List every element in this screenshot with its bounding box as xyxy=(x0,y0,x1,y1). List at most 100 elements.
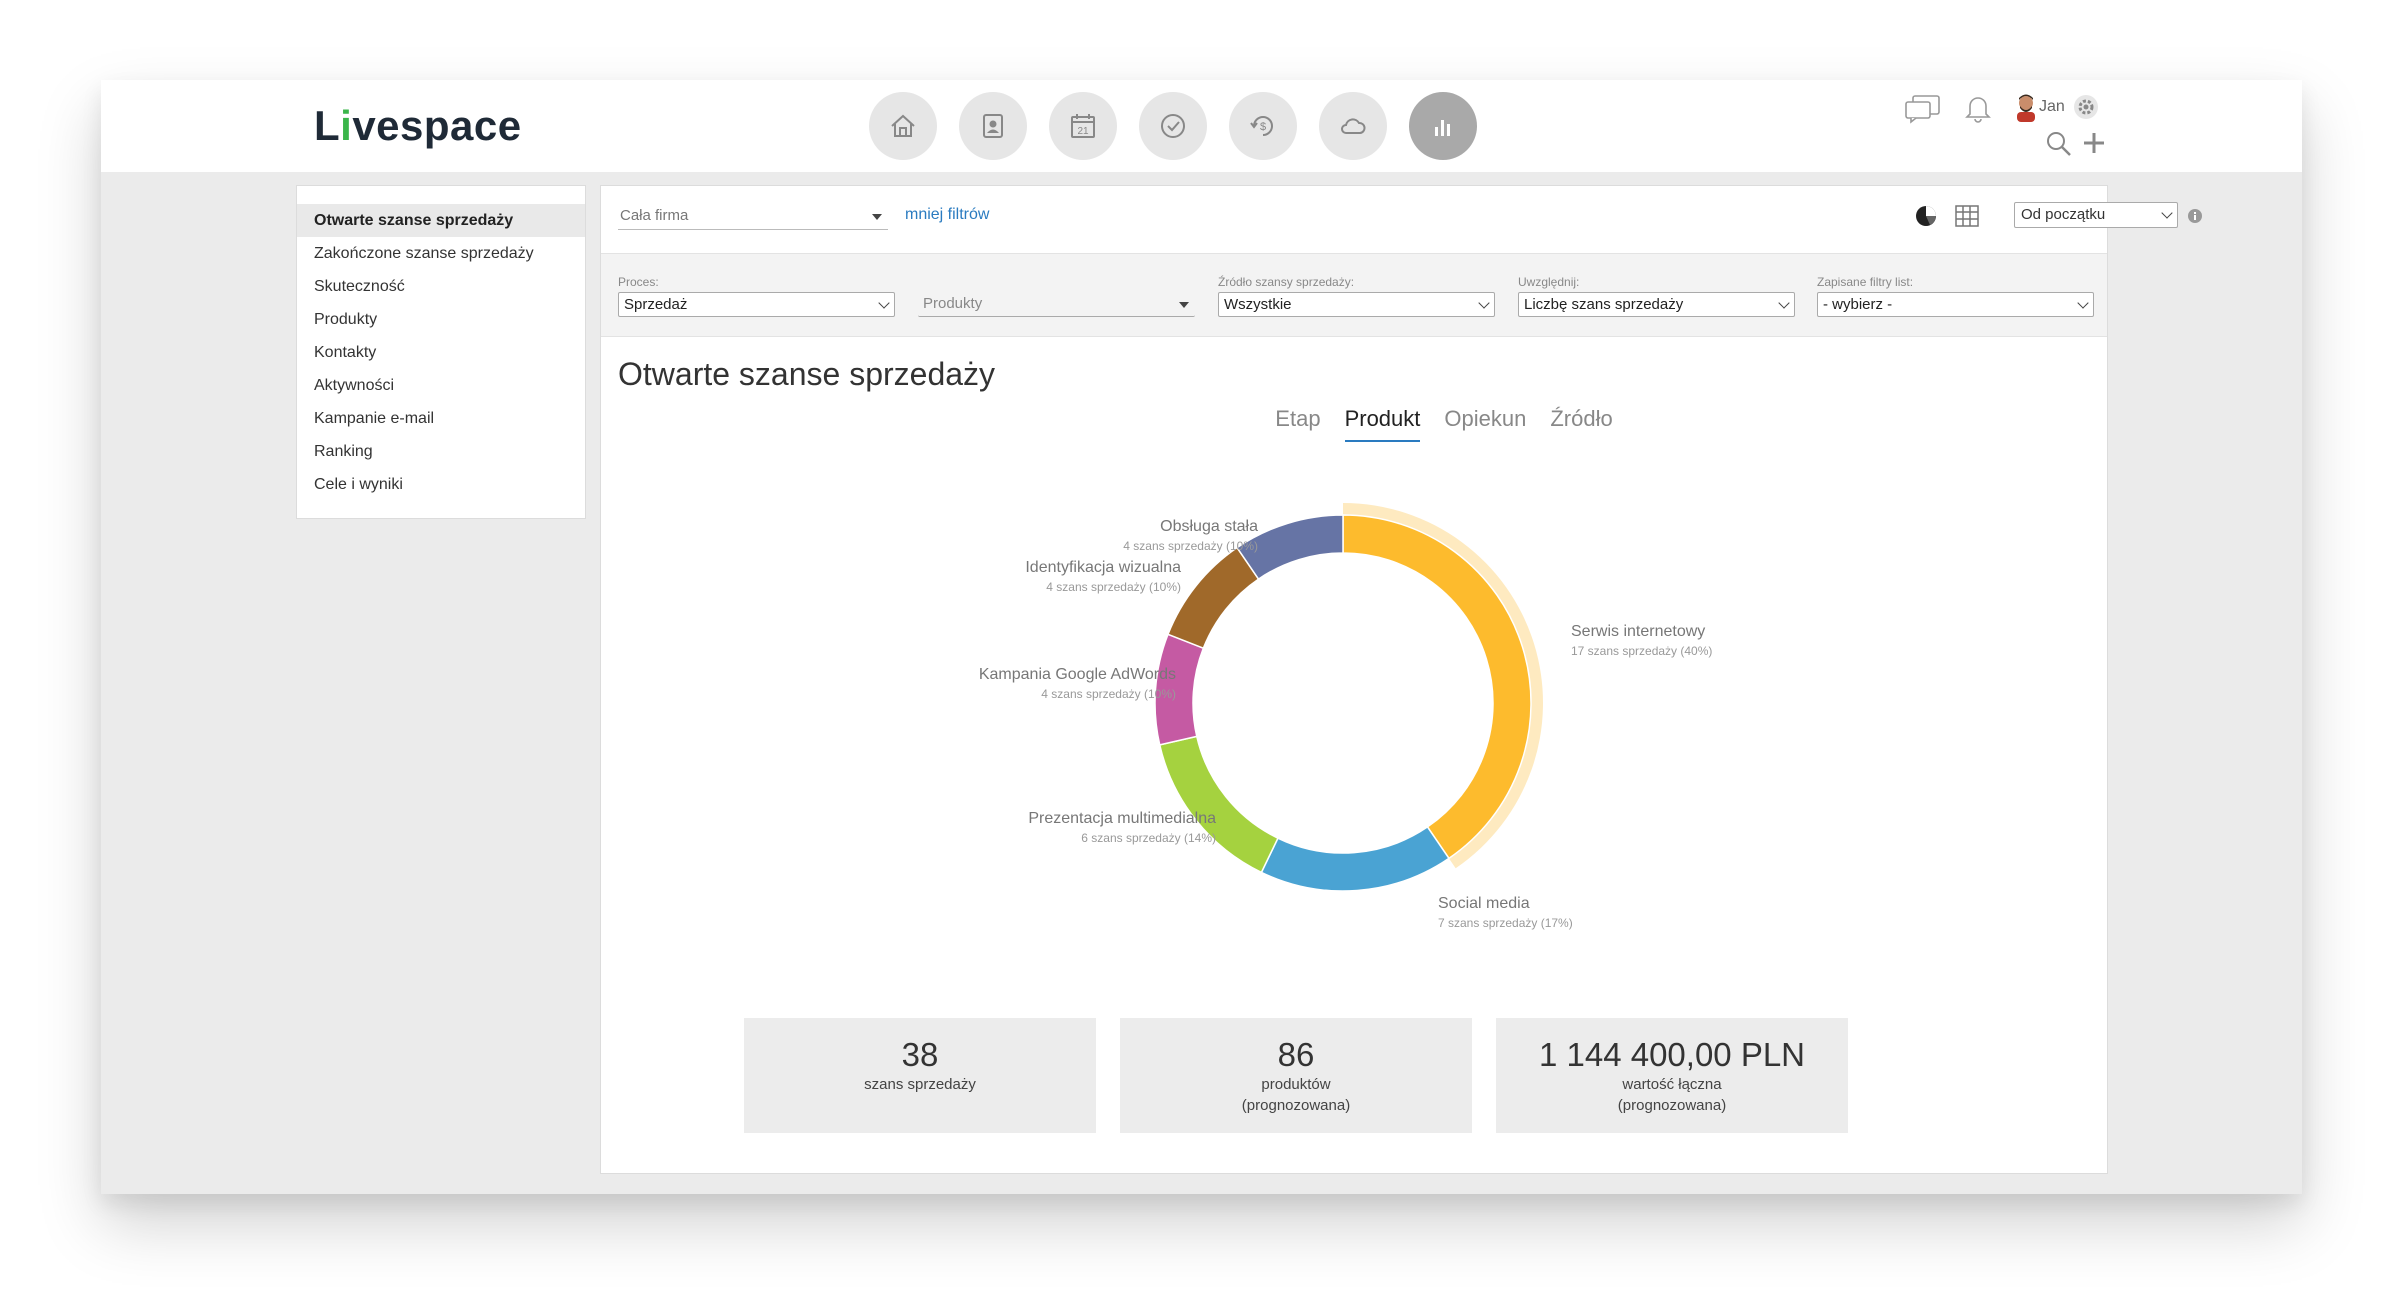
chevron-down-icon xyxy=(1778,297,1790,309)
gear-icon[interactable] xyxy=(2073,94,2099,120)
sidebar-item-contacts[interactable]: Kontakty xyxy=(297,336,585,369)
stat-label: wartość łączna xyxy=(1622,1076,1722,1093)
process-select[interactable]: Sprzedaż xyxy=(618,292,895,317)
stat-label: szans sprzedaży xyxy=(864,1076,976,1093)
messages-icon[interactable] xyxy=(1903,94,1943,124)
contacts-icon xyxy=(983,114,1003,138)
stats-row: 38 szans sprzedaży 86 produktów (prognoz… xyxy=(744,1018,1848,1133)
tab-source[interactable]: Źródło xyxy=(1550,406,1612,442)
slice-detail: 6 szans sprzedaży (14%) xyxy=(1081,831,1216,845)
add-icon[interactable] xyxy=(2081,130,2107,156)
search-icon[interactable] xyxy=(2045,130,2073,158)
slice-2[interactable] xyxy=(1260,825,1450,892)
logo-text-rest: vespace xyxy=(352,102,522,149)
calendar-icon: 21 xyxy=(1071,114,1095,138)
stat-sublabel: (prognozowana) xyxy=(1617,1097,1727,1114)
slice-5[interactable] xyxy=(1167,546,1260,650)
user-name[interactable]: Jan xyxy=(2039,98,2065,116)
deals-button[interactable]: $ xyxy=(1229,92,1297,160)
sidebar-item-ranking[interactable]: Ranking xyxy=(297,435,585,468)
module-nav: 21 $ xyxy=(869,92,1477,160)
sidebar-item-closed-deals[interactable]: Zakończone szanse sprzedaży xyxy=(297,237,585,270)
report-panel: Cała firma mniej filtrów Od początku Pro… xyxy=(600,185,2202,1174)
tab-product[interactable]: Produkt xyxy=(1344,406,1421,442)
slice-label: Social media xyxy=(1438,895,1530,912)
sidebar-item-goals[interactable]: Cele i wyniki xyxy=(297,468,585,501)
report-tabs: Etap Produkt Opiekun Źródło xyxy=(601,406,2107,442)
deals-icon: $ xyxy=(1250,116,1273,136)
less-filters-link[interactable]: mniej filtrów xyxy=(905,206,989,224)
chevron-down-icon xyxy=(2077,297,2089,309)
page-title: Otwarte szanse sprzedaży xyxy=(618,356,996,392)
filter-saved: Zapisane filtry list: - wybierz - xyxy=(1817,274,2094,317)
filter-label: Zapisane filtry list: xyxy=(1817,275,1914,289)
products-select[interactable]: Produkty xyxy=(918,292,1195,317)
sidebar-item-email-campaigns[interactable]: Kampanie e-mail xyxy=(297,402,585,435)
source-value: Wszystkie xyxy=(1224,296,1292,313)
filter-label xyxy=(918,274,1195,290)
filter-label: Uwzględnij: xyxy=(1518,275,1580,289)
logo-text-accent: i xyxy=(340,102,353,149)
saved-filters-select[interactable]: - wybierz - xyxy=(1817,292,2094,317)
contacts-button[interactable] xyxy=(959,92,1027,160)
include-value: Liczbę szans sprzedaży xyxy=(1524,296,1684,313)
filter-products: Produkty xyxy=(918,274,1195,317)
stat-label: produktów xyxy=(1261,1076,1331,1093)
advanced-filters: Proces: Sprzedaż Produkty Źródło szansy … xyxy=(601,254,2107,337)
avatar[interactable] xyxy=(2013,92,2039,122)
stat-value: 86 xyxy=(1277,1036,1315,1073)
logo[interactable]: Livespace xyxy=(314,102,522,150)
filter-source: Źródło szansy sprzedaży: Wszystkie xyxy=(1218,274,1495,317)
filter-include: Uwzględnij: Liczbę szans sprzedaży xyxy=(1518,274,1795,317)
caret-down-icon xyxy=(1179,302,1189,308)
slice-label: Prezentacja multimedialna xyxy=(1028,810,1216,827)
slice-label: Identyfikacja wizualna xyxy=(1025,559,1181,576)
calendar-button[interactable]: 21 xyxy=(1049,92,1117,160)
tab-owner[interactable]: Opiekun xyxy=(1444,406,1526,442)
sidebar-item-open-deals[interactable]: Otwarte szanse sprzedaży xyxy=(297,204,585,237)
reports-button[interactable] xyxy=(1409,92,1477,160)
period-select[interactable]: Od początku xyxy=(2014,202,2178,228)
sidebar-item-products[interactable]: Produkty xyxy=(297,303,585,336)
svg-text:$: $ xyxy=(1260,121,1266,133)
slice-detail: 4 szans sprzedaży (10%) xyxy=(1046,580,1181,594)
stat-value: 1 144 400,00 PLN xyxy=(1538,1036,1806,1073)
sidebar: Otwarte szanse sprzedaży Zakończone szan… xyxy=(296,185,586,519)
process-value: Sprzedaż xyxy=(624,296,688,313)
table-view-icon[interactable] xyxy=(1954,204,1980,228)
slice-detail: 4 szans sprzedaży (10%) xyxy=(1041,687,1176,701)
info-icon[interactable] xyxy=(2187,208,2203,224)
filter-label: Źródło szansy sprzedaży: xyxy=(1218,275,1355,289)
source-select[interactable]: Wszystkie xyxy=(1218,292,1495,317)
calendar-day: 21 xyxy=(1077,126,1089,137)
slice-3[interactable] xyxy=(1158,735,1279,874)
tab-stage[interactable]: Etap xyxy=(1275,406,1320,442)
tasks-button[interactable] xyxy=(1139,92,1207,160)
stat-card-deals: 38 szans sprzedaży xyxy=(744,1018,1096,1133)
cloud-button[interactable] xyxy=(1319,92,1387,160)
filter-process: Proces: Sprzedaż xyxy=(618,274,895,317)
bell-icon[interactable] xyxy=(1963,92,1993,124)
app-window: Livespace 21 $ Jan Otwarte szanse sprzed… xyxy=(101,80,2302,1194)
include-select[interactable]: Liczbę szans sprzedaży xyxy=(1518,292,1795,317)
sidebar-item-activities[interactable]: Aktywności xyxy=(297,369,585,402)
sidebar-item-effectiveness[interactable]: Skuteczność xyxy=(297,270,585,303)
saved-filters-value: - wybierz - xyxy=(1823,296,1893,313)
chevron-down-icon xyxy=(1478,297,1490,309)
pie-chart-view-icon[interactable] xyxy=(1914,204,1938,228)
stat-card-products: 86 produktów (prognozowana) xyxy=(1120,1018,1472,1133)
filter-label: Proces: xyxy=(618,275,659,289)
products-value: Produkty xyxy=(923,295,983,312)
slice-detail: 7 szans sprzedaży (17%) xyxy=(1438,916,1573,930)
stat-card-total-value: 1 144 400,00 PLN wartość łączna (prognoz… xyxy=(1496,1018,1848,1133)
cloud-icon xyxy=(1341,118,1366,134)
slice-detail: 4 szans sprzedaży (10%) xyxy=(1123,539,1258,553)
slice-detail: 17 szans sprzedaży (40%) xyxy=(1571,644,1712,658)
top-bar: Livespace 21 $ Jan xyxy=(101,80,2302,172)
check-icon xyxy=(1161,114,1185,138)
caret-down-icon xyxy=(872,214,882,220)
donut-chart: Serwis internetowy 17 szans sprzedaży (40… xyxy=(979,503,1712,930)
slice-label: Kampania Google AdWords xyxy=(979,666,1176,683)
home-button[interactable] xyxy=(869,92,937,160)
scope-select[interactable]: Cała firma xyxy=(618,204,888,230)
